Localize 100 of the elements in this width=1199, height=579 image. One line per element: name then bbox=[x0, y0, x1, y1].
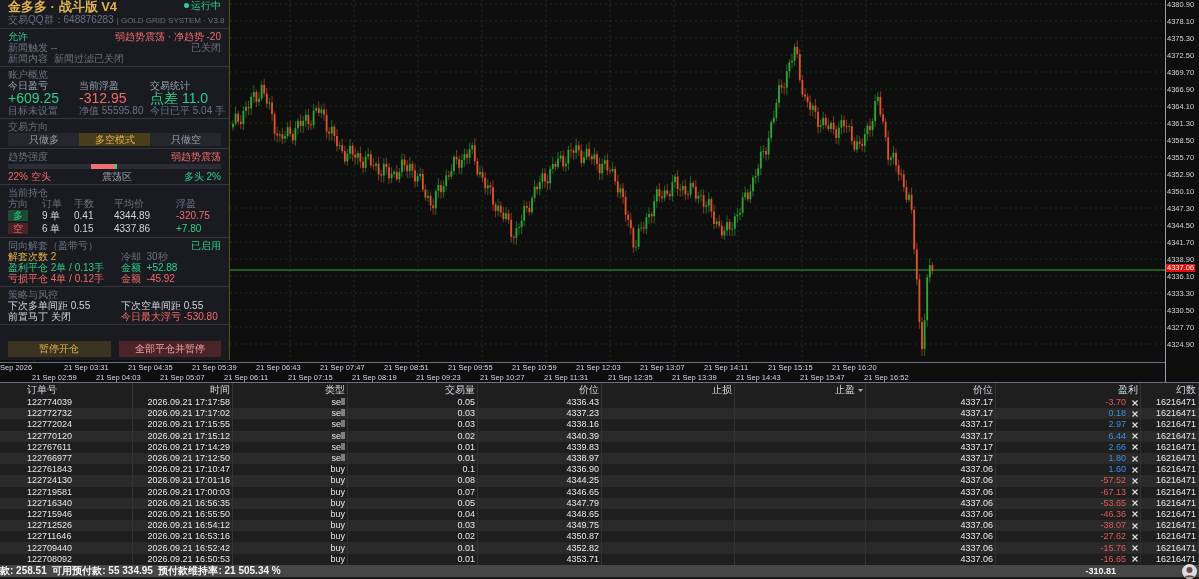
close-all-button[interactable]: 全部平仓并暂停 bbox=[118, 341, 221, 357]
table-cell: 4337.06 bbox=[960, 542, 993, 554]
table-cell-text: 6 单 bbox=[42, 223, 62, 234]
table-cell: 16216471 bbox=[1155, 508, 1196, 520]
close-icon[interactable] bbox=[1132, 545, 1138, 552]
table-cell: 16216471 bbox=[1155, 531, 1196, 543]
table-cell: 2026.09.21 17:15:55 bbox=[147, 419, 230, 431]
pause-button[interactable]: 暂停开仓 bbox=[8, 341, 111, 357]
hedge-count-label: 解套次数 2 bbox=[8, 251, 58, 262]
close-icon[interactable] bbox=[1132, 399, 1138, 406]
table-cell: 0.07 bbox=[457, 486, 475, 498]
table-cell: 0.04 bbox=[457, 508, 475, 520]
close-icon[interactable] bbox=[1132, 433, 1138, 440]
table-cell-text: 4337.86 bbox=[114, 223, 152, 234]
table-cell: 122715946 bbox=[27, 508, 73, 520]
table-cell: buy bbox=[330, 508, 345, 520]
table-cell: 2.66 bbox=[1108, 441, 1126, 453]
close-icon[interactable] bbox=[1132, 500, 1138, 507]
table-cell: 4337.06 bbox=[960, 508, 993, 520]
table-cell: 2.97 bbox=[1108, 419, 1126, 431]
table-cell: 122772024 bbox=[27, 419, 73, 431]
table-cell: 0.01 bbox=[457, 453, 475, 465]
table-cell: 2026.09.21 17:01:16 bbox=[147, 475, 230, 487]
column-header: 浮盈 bbox=[176, 198, 197, 209]
side-badge: 多 bbox=[8, 210, 28, 221]
table-cell: 4337.23 bbox=[566, 408, 599, 420]
table-cell: 122712526 bbox=[27, 520, 73, 532]
trend-state-label: 弱趋势震荡 bbox=[171, 151, 221, 162]
table-cell: sell bbox=[331, 419, 345, 431]
table-cell: 2026.09.21 16:56:35 bbox=[147, 497, 230, 509]
table-cell: buy bbox=[330, 486, 345, 498]
table-cell: 4337.17 bbox=[960, 441, 993, 453]
table-cell: 4349.75 bbox=[566, 520, 599, 532]
mode-tab[interactable]: 多空模式 bbox=[79, 133, 150, 146]
table-cell-text: 0.41 bbox=[74, 210, 95, 221]
table-cell: -57.52 bbox=[1100, 475, 1126, 487]
table-cell: 0.02 bbox=[457, 430, 475, 442]
table-cell: 4337.17 bbox=[960, 419, 993, 431]
bull-label: 多头 2% bbox=[183, 171, 221, 182]
stat-label: 交易统计 bbox=[150, 80, 191, 91]
close-icon[interactable] bbox=[1132, 511, 1138, 518]
panel-title: 金多多 · 战斗版 V4 bbox=[8, 0, 118, 14]
table-cell: sell bbox=[331, 441, 345, 453]
mode-tab[interactable]: 只做多 bbox=[8, 133, 79, 146]
table-cell: 2026.09.21 17:17:58 bbox=[147, 397, 230, 409]
table-cell: 122767611 bbox=[27, 441, 72, 453]
table-cell: 122766977 bbox=[27, 453, 73, 465]
table-cell: 0.18 bbox=[1108, 408, 1126, 420]
avatar-icon[interactable] bbox=[1182, 564, 1197, 579]
close-icon[interactable] bbox=[1132, 522, 1138, 529]
table-cell: sell bbox=[331, 430, 345, 442]
strategy-label: 下次多单间距 0.55 bbox=[8, 300, 92, 311]
table-cell-text: +7.80 bbox=[176, 223, 203, 234]
table-cell: 4338.16 bbox=[566, 419, 599, 431]
table-cell-text: 4344.89 bbox=[114, 210, 152, 221]
trend-label: 弱趋势震荡 · 净趋势 -20 bbox=[114, 31, 221, 42]
section-title: 交易方向 bbox=[8, 121, 49, 132]
close-icon[interactable] bbox=[1132, 455, 1138, 462]
close-icon[interactable] bbox=[1132, 556, 1138, 563]
cooldown-label: 冷却 30秒 bbox=[121, 251, 169, 262]
table-cell: sell bbox=[331, 397, 345, 409]
table-cell: 4340.39 bbox=[566, 430, 599, 442]
table-cell: -53.65 bbox=[1100, 497, 1126, 509]
close-icon[interactable] bbox=[1132, 533, 1138, 540]
hedge-close-label: 亏损平仓 4单 / 0.12手 bbox=[8, 273, 106, 284]
table-cell: 2026.09.21 16:53:16 bbox=[147, 531, 230, 543]
close-icon[interactable] bbox=[1132, 477, 1138, 484]
news-content-label: 新闻内容 新闻过滤已关闭 bbox=[8, 53, 125, 64]
stat-label: 今日盈亏 bbox=[8, 80, 49, 91]
section-title: 当前持仓 bbox=[8, 187, 48, 198]
close-icon[interactable] bbox=[1132, 444, 1138, 451]
table-cell: 16216471 bbox=[1155, 453, 1196, 465]
table-cell: 16216471 bbox=[1155, 497, 1196, 509]
table-cell: sell bbox=[331, 408, 345, 420]
table-cell: 16216471 bbox=[1155, 553, 1196, 565]
table-cell: 2026.09.21 16:54:12 bbox=[147, 520, 230, 532]
stat-value: +609.25 bbox=[8, 91, 60, 105]
table-cell: 0.1 bbox=[462, 464, 475, 476]
close-icon[interactable] bbox=[1132, 421, 1138, 428]
table-cell: 122770120 bbox=[27, 430, 73, 442]
table-cell: -15.76 bbox=[1100, 542, 1126, 554]
column-header: 手数 bbox=[74, 198, 95, 209]
table-cell: 0.08 bbox=[457, 475, 475, 487]
table-cell: 4348.65 bbox=[566, 508, 599, 520]
table-cell: 4347.79 bbox=[566, 497, 599, 509]
table-cell: 0.02 bbox=[457, 531, 475, 543]
mode-tab[interactable]: 只做空 bbox=[150, 133, 221, 146]
table-cell: buy bbox=[330, 531, 345, 543]
table-cell: -38.07 bbox=[1100, 520, 1126, 532]
section-title: 策略与风控 bbox=[8, 289, 58, 300]
table-cell: 2026.09.21 17:15:12 bbox=[147, 430, 230, 442]
permission-label: 允许 bbox=[8, 31, 28, 42]
table-cell: 4337.17 bbox=[960, 453, 993, 465]
close-icon[interactable] bbox=[1132, 410, 1138, 417]
table-cell: 4337.06 bbox=[960, 464, 993, 476]
table-cell: 4353.71 bbox=[566, 553, 599, 565]
close-icon[interactable] bbox=[1132, 466, 1138, 473]
close-icon[interactable] bbox=[1132, 489, 1138, 496]
status-label: 运行中 bbox=[191, 0, 221, 11]
column-header: 平均价 bbox=[114, 198, 145, 209]
